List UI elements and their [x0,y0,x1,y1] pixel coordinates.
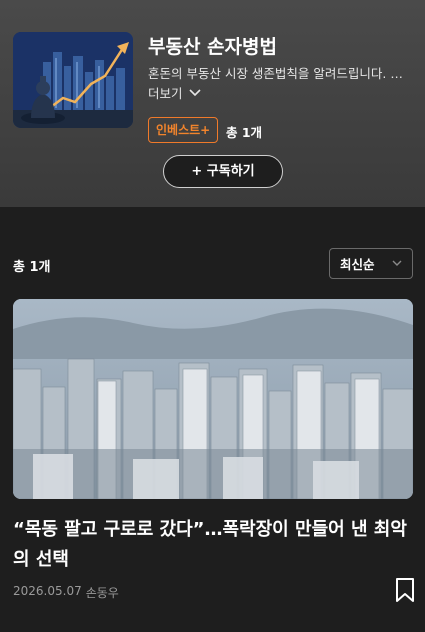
investplus-badge: 인베스트+ [148,117,219,143]
chevron-down-icon [188,88,201,96]
more-button[interactable]: 더보기 [148,83,201,102]
series-header: 부동산 손자병법 혼돈의 부동산 시장 생존법칙을 알려드립니다. 부동산 시장… [0,0,425,207]
more-label: 더보기 [148,86,183,101]
article-headline[interactable]: “목동 팔고 구로로 갔다”…폭락장이 만들어 낸 최악의 선택 [13,515,413,575]
article-author: 손동우 [85,586,119,600]
article-meta: 2026.05.07 손동우 [13,584,119,601]
series-title: 부동산 손자병법 [148,36,277,58]
chevron-down-icon [392,260,402,266]
series-article-count: 총 1개 [226,125,263,140]
series-thumbnail [13,32,133,128]
sort-select[interactable]: 최신순 [329,248,413,279]
subscribe-button[interactable]: + 구독하기 [163,155,283,188]
bookmark-icon[interactable] [394,577,416,603]
article-date: 2026.05.07 [13,584,82,598]
sort-label: 최신순 [340,257,375,272]
list-count: 총 1개 [13,260,51,275]
article-image[interactable] [13,299,413,499]
series-description: 혼돈의 부동산 시장 생존법칙을 알려드립니다. 부동산 시장을 꿰뚫는 시각을… [148,66,410,81]
